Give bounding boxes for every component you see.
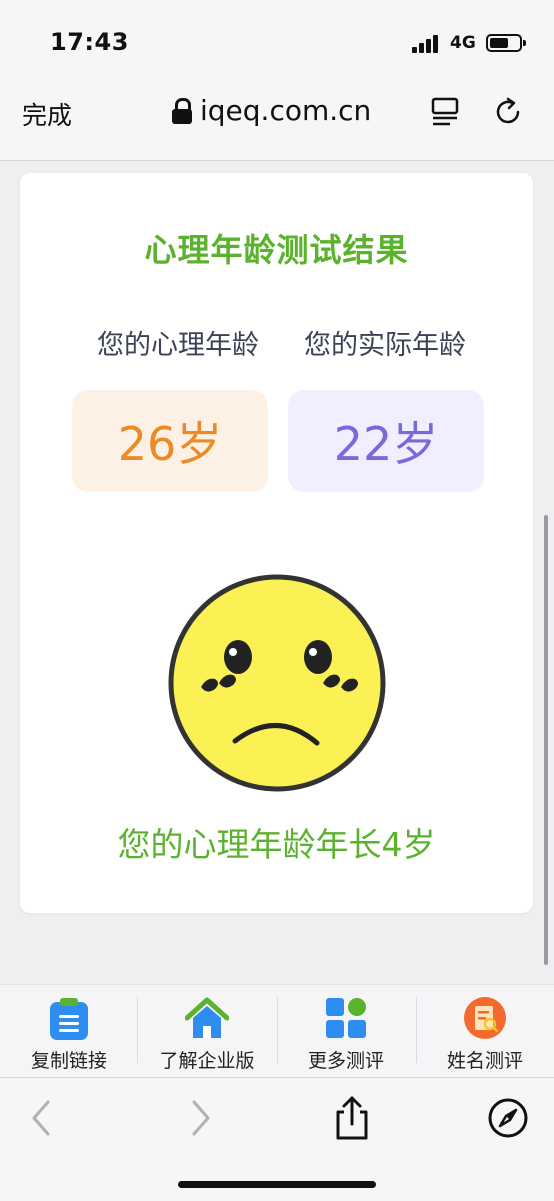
grid-icon [326, 998, 366, 1038]
name-test-button[interactable]: 姓名测评 [416, 985, 554, 1077]
actual-age-value: 22岁 [288, 390, 484, 492]
crying-face-icon [168, 574, 386, 792]
status-bar: 17:43 4G [0, 0, 554, 80]
psych-age-value: 26岁 [72, 390, 268, 492]
battery-icon [486, 34, 526, 52]
browser-header: 完成 iqeq.com.cn [0, 80, 554, 161]
forward-icon[interactable] [178, 1096, 222, 1140]
status-time: 17:43 [50, 28, 129, 56]
name-test-icon [464, 997, 506, 1039]
result-title: 心理年龄测试结果 [144, 231, 409, 269]
done-button[interactable]: 完成 [22, 96, 72, 132]
more-tests-button[interactable]: 更多测评 [277, 985, 415, 1077]
signal-icon [412, 35, 442, 53]
reload-icon[interactable] [494, 96, 524, 126]
back-icon[interactable] [20, 1096, 64, 1140]
enterprise-label: 了解企业版 [159, 1050, 255, 1072]
psych-age-label: 您的心理年龄 [97, 330, 259, 361]
home-indicator [178, 1181, 376, 1188]
clipboard-icon [50, 998, 88, 1040]
result-summary: 您的心理年龄年长4岁 [117, 825, 436, 864]
copy-link-button[interactable]: 复制链接 [0, 985, 138, 1077]
actual-age-label: 您的实际年龄 [304, 330, 466, 361]
result-card: 心理年龄测试结果 您的心理年龄 您的实际年龄 26岁 22岁 您的心理年龄年长4… [20, 173, 533, 913]
url-bar[interactable]: iqeq.com.cn [172, 94, 371, 127]
lock-icon [172, 97, 192, 124]
url-text: iqeq.com.cn [200, 94, 372, 127]
enterprise-button[interactable]: 了解企业版 [138, 985, 276, 1077]
more-tests-label: 更多测评 [307, 1050, 384, 1072]
reader-icon[interactable] [430, 96, 460, 126]
name-test-label: 姓名测评 [446, 1050, 523, 1072]
page-toolbar: 复制链接 了解企业版 更多测评 姓名测评 [0, 984, 554, 1077]
scrollbar[interactable] [544, 515, 548, 965]
share-icon[interactable] [330, 1096, 374, 1140]
copy-link-label: 复制链接 [30, 1050, 107, 1072]
compass-icon[interactable] [486, 1096, 530, 1140]
network-type: 4G [450, 33, 476, 53]
home-icon [185, 997, 229, 1038]
